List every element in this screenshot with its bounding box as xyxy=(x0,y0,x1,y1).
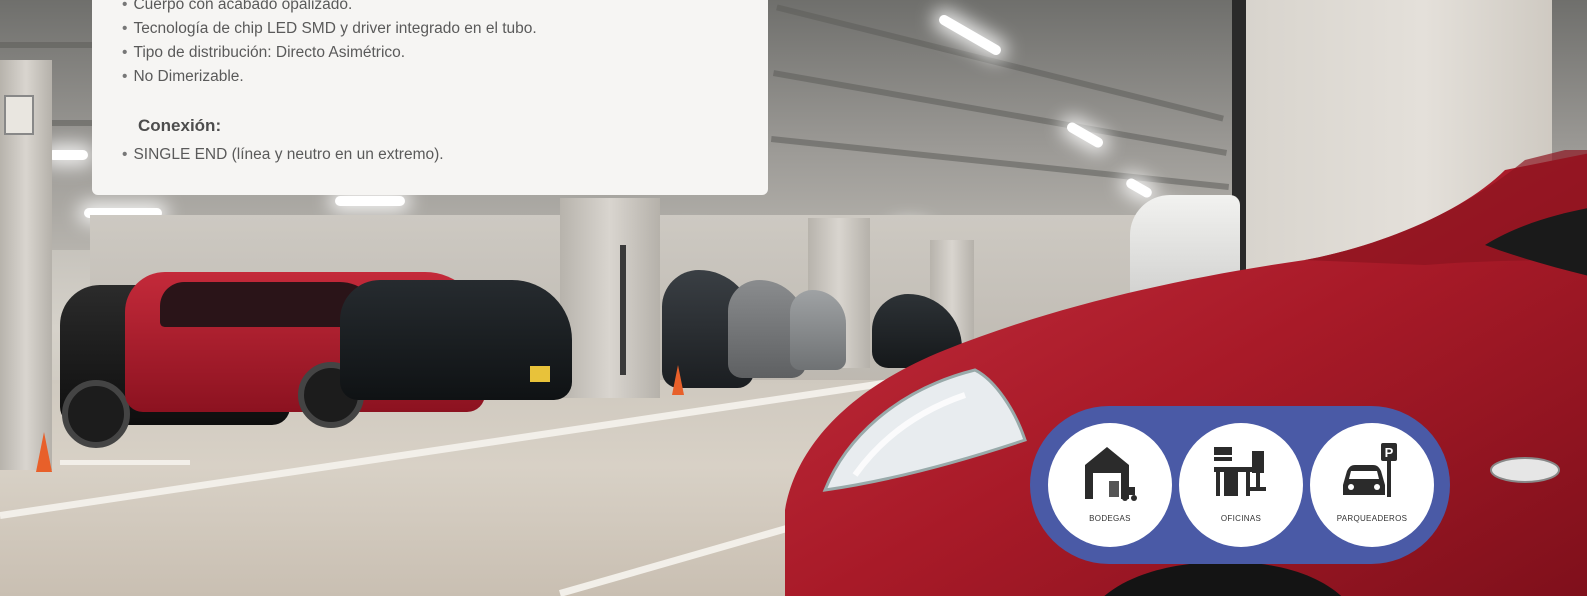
info-card: Cuerpo con acabado opalizado. Tecnología… xyxy=(92,0,768,195)
traffic-cone xyxy=(672,365,684,395)
wall-box xyxy=(4,95,34,135)
dark-minivan xyxy=(340,280,572,400)
ceiling-lamp xyxy=(335,196,405,206)
office-desk-icon xyxy=(1214,447,1266,496)
floor-stripe xyxy=(60,460,190,465)
spec-item: Tecnología de chip LED SMD y driver inte… xyxy=(122,17,536,41)
ceiling-lamp xyxy=(48,150,88,160)
app-label: PARQUEADEROS xyxy=(1336,514,1408,523)
app-label: BODEGAS xyxy=(1089,514,1131,523)
connection-title: Conexión: xyxy=(138,116,222,135)
traffic-cone xyxy=(36,432,52,472)
spec-list: Cuerpo con acabado opalizado. Tecnología… xyxy=(122,0,537,89)
parking-car-icon: P xyxy=(1343,443,1397,497)
license-plate xyxy=(530,366,550,382)
app-bodegas: BODEGAS xyxy=(1048,423,1172,547)
app-oficinas: OFICINAS xyxy=(1179,423,1303,547)
spec-item: Tipo de distribución: Directo Asimétrico… xyxy=(122,41,537,65)
svg-text:P: P xyxy=(1385,445,1394,460)
app-label: OFICINAS xyxy=(1220,514,1262,523)
applications-badge: BODEGAS OFICINAS P PARQUEADEROS xyxy=(1030,406,1450,564)
connection-item: SINGLE END (línea y neutro en un extremo… xyxy=(122,143,443,167)
ceiling-beam xyxy=(0,42,92,48)
pillar-pipe xyxy=(620,245,626,375)
concrete-pillar xyxy=(560,198,660,398)
spec-item: Cuerpo con acabado opalizado. xyxy=(122,0,537,17)
app-parqueaderos: P PARQUEADEROS xyxy=(1310,423,1434,547)
connection-list: SINGLE END (línea y neutro en un extremo… xyxy=(122,143,443,167)
car-wheel xyxy=(62,380,130,448)
warehouse-icon xyxy=(1085,447,1137,501)
spec-item: No Dimerizable. xyxy=(122,65,537,89)
